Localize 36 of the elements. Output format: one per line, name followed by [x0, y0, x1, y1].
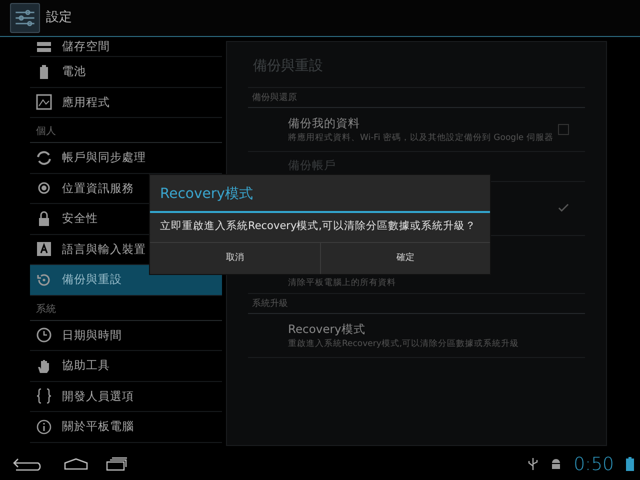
sync-icon [36, 150, 52, 166]
home-icon[interactable] [64, 458, 88, 470]
section-header: 個人 [30, 118, 222, 143]
recent-apps-icon[interactable] [106, 457, 128, 471]
sidebar-item[interactable]: 開發人員選項 [30, 382, 222, 412]
checkbox[interactable] [558, 202, 569, 214]
clock-icon [36, 327, 52, 344]
setting-title[interactable]: Recovery模式 [288, 321, 585, 339]
restore-icon [36, 272, 52, 288]
usb-icon [528, 457, 538, 471]
clock: 0:50 [574, 452, 614, 476]
braces-icon [36, 388, 52, 404]
section-header: 系統 [30, 296, 222, 320]
battery-icon [626, 457, 634, 471]
checkbox[interactable] [558, 124, 569, 134]
setting-summary: 將應用程式資料、Wi-Fi 密碼，以及其他設定備份到 Google 伺服器 [288, 132, 554, 143]
setting-summary: 清除平板電腦上的所有資料 [288, 278, 397, 288]
sidebar-item[interactable]: 日期與時間 [30, 320, 222, 351]
setting-title[interactable]: 備份我的資料 [288, 115, 558, 133]
keyboard-icon [36, 241, 52, 258]
sidebar-item[interactable]: 儲存空間 [30, 37, 222, 57]
sidebar-item[interactable]: 協助工具 [30, 351, 222, 382]
info-icon [36, 418, 52, 435]
picture-icon [36, 94, 52, 110]
location-icon [36, 180, 52, 196]
section-header: 系統升級 [248, 294, 585, 314]
sidebar-item[interactable]: 應用程式 [30, 88, 222, 118]
settings-icon[interactable] [10, 3, 40, 33]
setting-summary: 重啟進入系統Recovery模式,可以清除分區數據或系統升級 [288, 338, 520, 349]
lock-icon [36, 210, 52, 227]
app-title: 設定 [46, 9, 72, 28]
dialog-title: Recovery模式 [150, 175, 490, 213]
section-header: 備份與還原 [248, 88, 585, 108]
sidebar-item[interactable]: 關於平板電腦 [30, 412, 222, 442]
hand-icon [36, 358, 52, 374]
sidebar-item[interactable]: 電池 [30, 57, 222, 88]
